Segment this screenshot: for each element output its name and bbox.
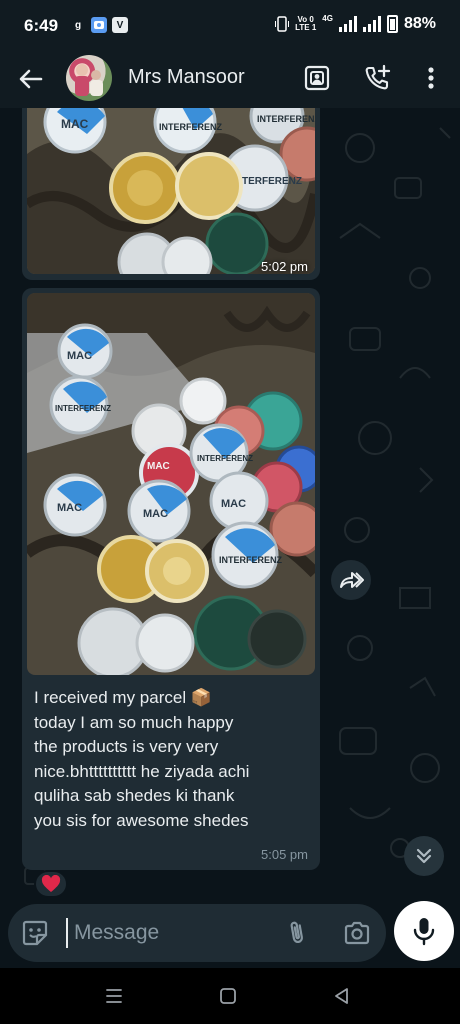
notification-icons: g V [70, 17, 128, 33]
svg-text:INTERFERENZ: INTERFERENZ [257, 114, 315, 124]
status-time: 6:49 [24, 16, 59, 35]
video-call-button[interactable] [302, 63, 332, 93]
status-bar: 6:49 g V Vo 0 LTE 1 4G 88% [0, 0, 460, 50]
message-time: 5:05 pm [261, 847, 308, 862]
sticker-button[interactable] [20, 918, 50, 948]
messenger-app-icon [91, 17, 107, 33]
more-vertical-icon [428, 67, 434, 89]
message-photo[interactable]: MAC INTERFERENZ INTERFERENZ INTERFERENZ [27, 108, 315, 274]
svg-text:INTERFERENZ: INTERFERENZ [55, 404, 111, 413]
contact-name[interactable]: Mrs Mansoor [128, 66, 245, 89]
paperclip-icon [290, 921, 303, 943]
double-chevron-down-icon [416, 848, 432, 864]
status-right: Vo 0 LTE 1 4G 88% [275, 15, 436, 33]
message-input[interactable] [74, 918, 274, 948]
add-call-icon [365, 64, 391, 90]
chat-area[interactable]: MAC INTERFERENZ INTERFERENZ INTERFERENZ [0, 108, 460, 900]
forward-button[interactable] [331, 560, 371, 600]
message-photo[interactable]: MAC INTERFERENZ MAC INTERFERENZ MAC MAC … [27, 293, 315, 675]
back-arrow-icon [19, 69, 43, 89]
home-icon [220, 988, 236, 1004]
system-nav-bar [0, 968, 460, 1024]
svg-text:MAC: MAC [57, 502, 82, 514]
google-app-icon: g [74, 19, 82, 31]
scroll-to-bottom-button[interactable] [404, 836, 444, 876]
vpn-app-icon: V [112, 17, 128, 33]
message-composer [8, 904, 386, 962]
signal-icon-1 [338, 16, 357, 32]
alarm-vibrate-icon [275, 16, 290, 32]
contact-avatar[interactable] [66, 55, 112, 101]
camera-button[interactable] [342, 918, 372, 948]
video-call-icon [304, 65, 330, 91]
heart-reaction[interactable] [34, 870, 68, 898]
text-cursor [66, 918, 68, 948]
sticker-icon [22, 920, 48, 946]
message-text: I received my parcel 📦 today I am so muc… [34, 688, 250, 830]
more-options-button[interactable] [416, 63, 446, 93]
back-nav-button[interactable] [328, 982, 356, 1010]
add-call-button[interactable] [363, 63, 393, 93]
image-caption-message[interactable]: MAC INTERFERENZ MAC INTERFERENZ MAC MAC … [22, 288, 320, 870]
voice-record-button[interactable] [394, 901, 454, 961]
image-message[interactable]: MAC INTERFERENZ INTERFERENZ INTERFERENZ [22, 108, 320, 280]
recent-apps-button[interactable] [100, 982, 128, 1010]
svg-text:MAC: MAC [147, 461, 170, 472]
svg-text:INTERFERENZ: INTERFERENZ [159, 122, 223, 132]
heart-icon [41, 875, 61, 892]
battery-icon [386, 15, 398, 33]
svg-text:MAC: MAC [61, 117, 89, 131]
camera-icon [344, 921, 370, 945]
network-label: Vo 0 LTE 1 [295, 15, 317, 32]
svg-text:INTERFERENZ: INTERFERENZ [197, 454, 253, 463]
photo-content: MAC INTERFERENZ INTERFERENZ INTERFERENZ [27, 108, 315, 274]
microphone-icon [413, 918, 435, 946]
battery-percent: 88% [403, 15, 436, 32]
signal-icon-2 [362, 16, 381, 32]
data-label: 4G [322, 14, 333, 23]
back-button[interactable] [14, 62, 48, 96]
svg-text:INTERFERENZ: INTERFERENZ [219, 555, 283, 565]
attach-button[interactable] [282, 918, 312, 948]
back-triangle-icon [335, 988, 348, 1004]
recent-apps-icon [106, 989, 122, 1003]
photo-content: MAC INTERFERENZ MAC INTERFERENZ MAC MAC … [27, 293, 315, 675]
svg-text:MAC: MAC [143, 508, 168, 520]
message-time: 5:02 pm [261, 259, 308, 274]
forward-icon [340, 572, 364, 588]
home-button[interactable] [214, 982, 242, 1010]
svg-text:MAC: MAC [67, 350, 92, 362]
svg-text:MAC: MAC [221, 498, 246, 510]
chat-header: Mrs Mansoor [0, 50, 460, 108]
